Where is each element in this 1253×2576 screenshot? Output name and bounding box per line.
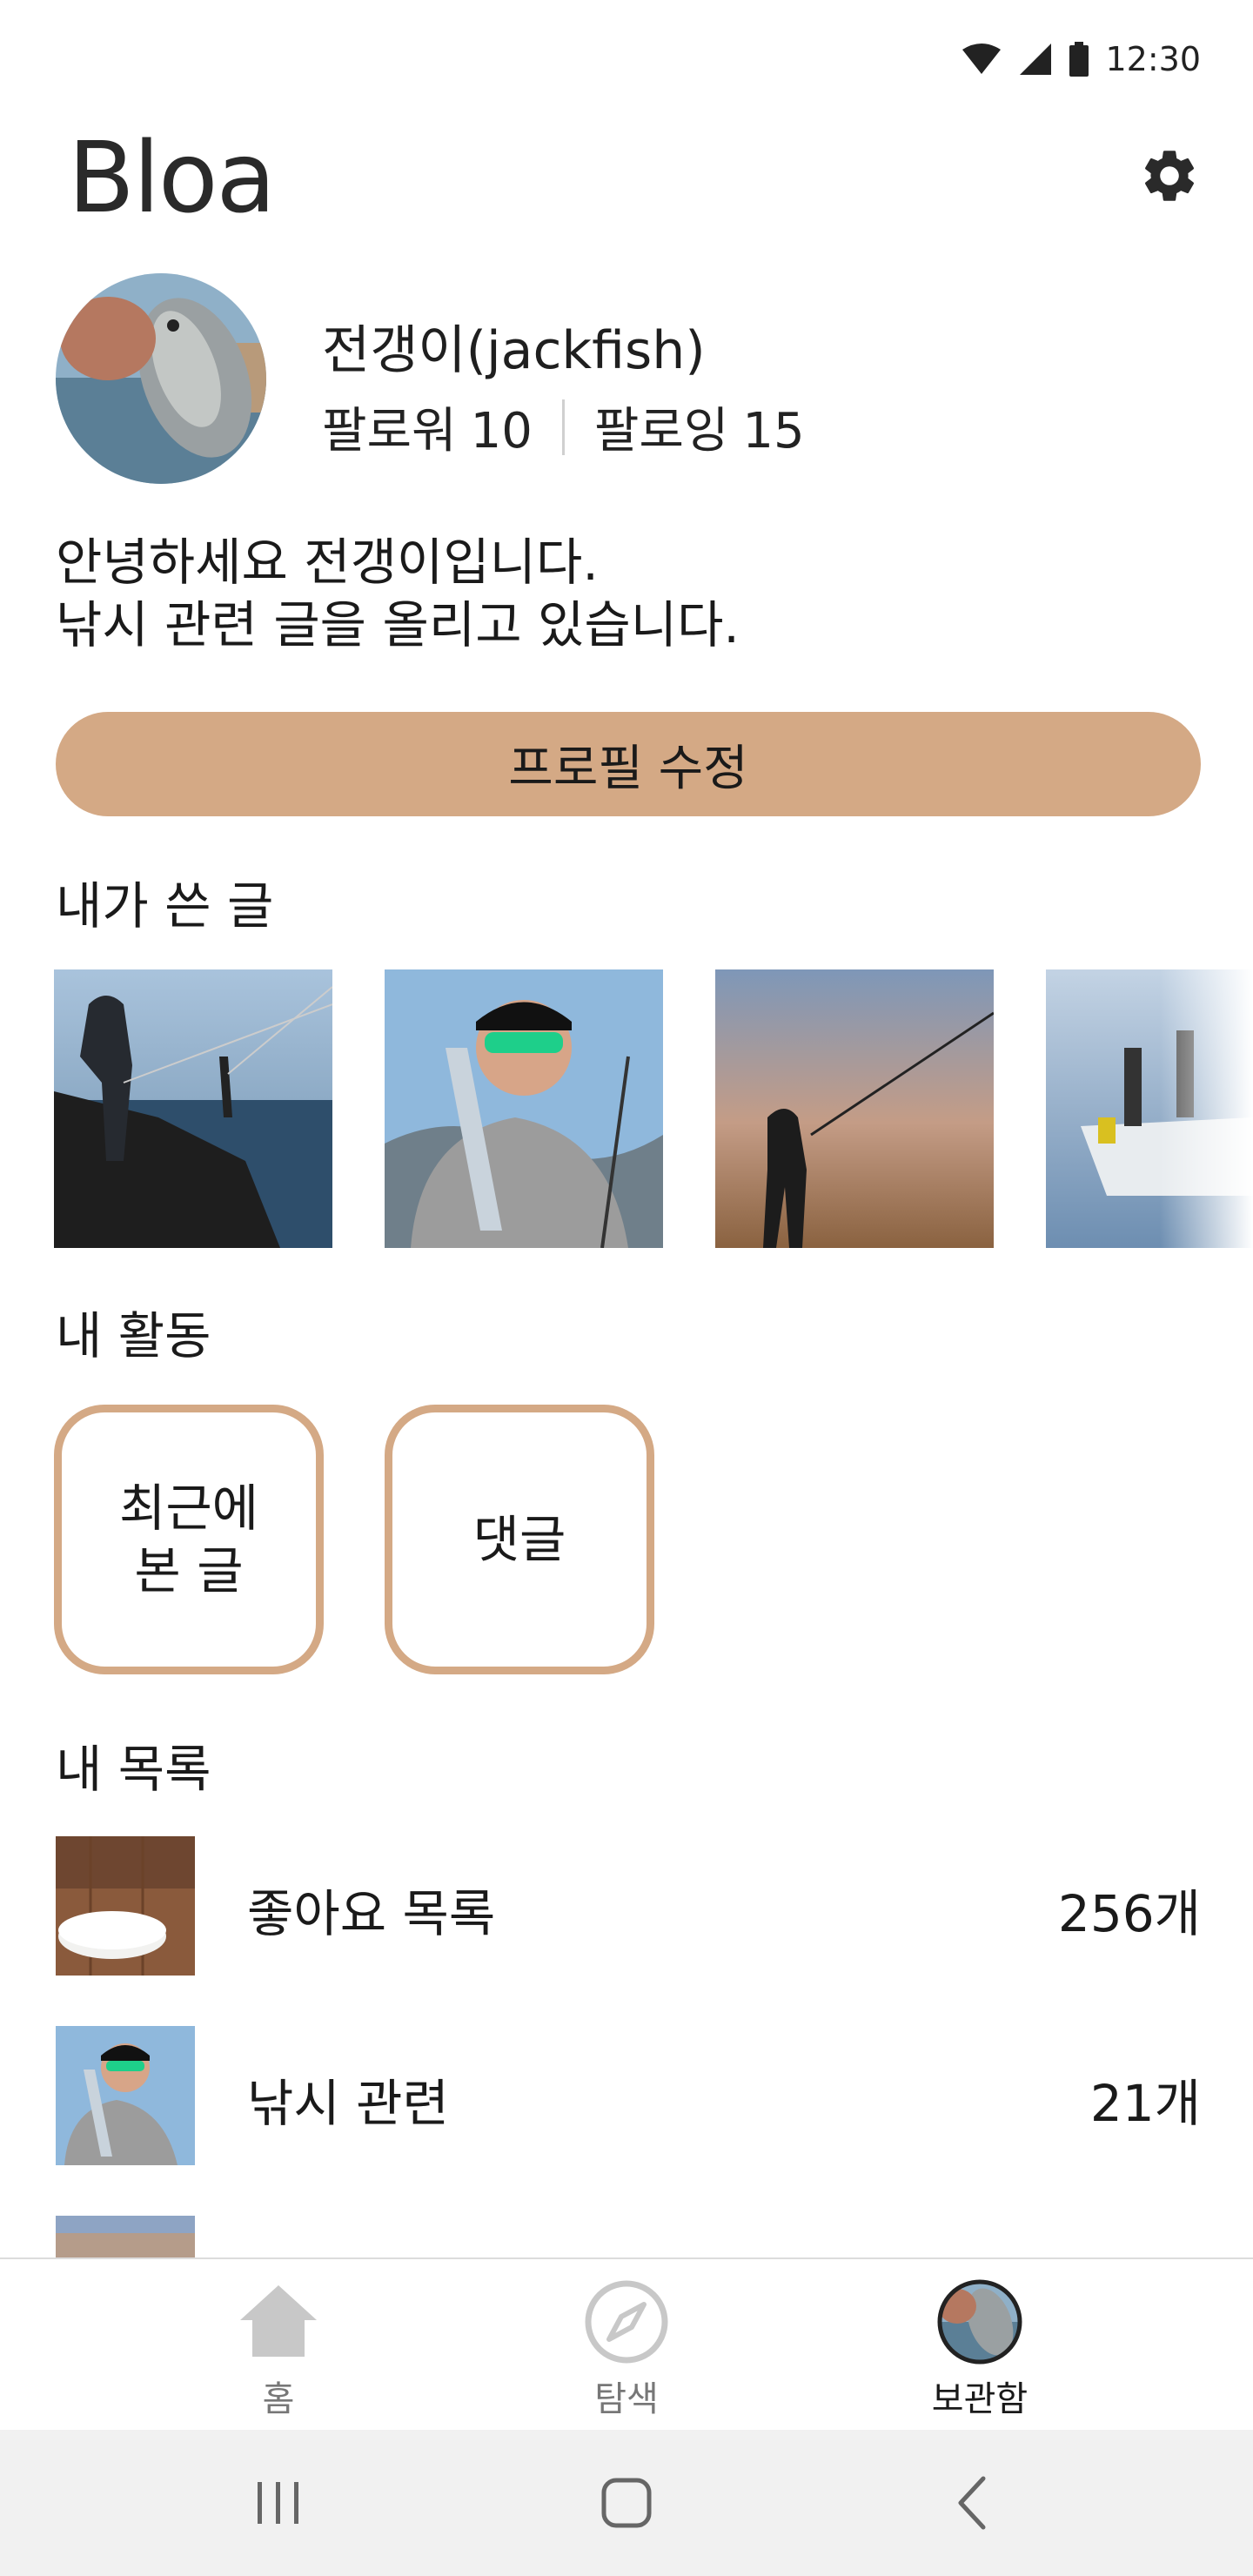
following-count: 15 (742, 403, 805, 460)
profile-photo (56, 273, 266, 484)
nav-library[interactable]: 보관함 (849, 2259, 1110, 2432)
fishing-thumbnail (56, 2026, 195, 2165)
post-thumbnail-3[interactable] (715, 969, 994, 1248)
battery-icon (1069, 42, 1089, 77)
nav-explore[interactable]: 탐색 (496, 2259, 757, 2432)
angler-with-fish-photo (385, 969, 663, 1248)
recently-viewed-button[interactable]: 최근에 본 글 (54, 1405, 324, 1674)
nav-home[interactable]: 홈 (148, 2259, 409, 2432)
following-link[interactable]: 팔로잉 15 (594, 392, 805, 462)
bottom-nav: 홈 탐색 보관함 (0, 2257, 1253, 2432)
comments-button[interactable]: 댓글 (385, 1405, 654, 1674)
status-bar: 12:30 (0, 0, 1253, 115)
profile-username: 전갱이(jackfish) (322, 320, 706, 381)
wifi-icon (962, 44, 1002, 74)
profile-avatar[interactable] (56, 273, 266, 484)
boat-fishing-photo (1046, 969, 1253, 1248)
settings-button[interactable] (1138, 144, 1201, 207)
nav-home-label: 홈 (262, 2379, 295, 2419)
lists-section-title: 내 목록 (56, 1740, 211, 1799)
followers-count: 10 (470, 403, 533, 460)
nav-library-label: 보관함 (931, 2379, 1029, 2419)
rock-angler-photo (54, 969, 332, 1248)
back-icon[interactable] (940, 2468, 1009, 2538)
home-button-icon[interactable] (592, 2468, 661, 2538)
follow-divider (561, 399, 565, 455)
sunset-thumbnail-photo (56, 2216, 195, 2257)
robot-vacuum-photo (56, 1836, 195, 1976)
likes-thumbnail (56, 1836, 195, 1976)
status-icons: 12:30 (961, 35, 1201, 84)
app-title: Bloa (68, 122, 276, 235)
system-nav-bar (0, 2430, 1253, 2576)
recents-icon[interactable] (244, 2468, 313, 2538)
bio-line-1: 안녕하세요 전갱이입니다. (56, 533, 599, 592)
nav-explore-label: 탐색 (594, 2379, 659, 2419)
home-icon (240, 2285, 317, 2357)
list-item-fishing[interactable]: 낚시 관련 21개 (56, 2026, 1201, 2165)
list-item-label: 좋아요 목록 (247, 1884, 496, 1943)
gear-icon (1144, 151, 1195, 201)
followers-label: 팔로워 (322, 403, 457, 460)
bio-line-2: 낚시 관련 글을 올리고 있습니다. (56, 595, 740, 654)
activity-section-title: 내 활동 (56, 1306, 211, 1365)
post-thumbnail-2[interactable] (385, 969, 663, 1248)
post-thumbnail-1[interactable] (54, 969, 332, 1248)
angler-thumbnail-photo (56, 2026, 195, 2165)
status-time: 12:30 (1105, 40, 1201, 78)
list-item-count: 256개 (1057, 1884, 1201, 1943)
posts-section-title: 내가 쓴 글 (56, 876, 274, 936)
followers-link[interactable]: 팔로워 10 (322, 392, 533, 462)
sunset-angler-photo (715, 969, 994, 1248)
signal-icon (1020, 44, 1052, 75)
follow-stats: 팔로워 10 팔로잉 15 (322, 392, 805, 462)
list-item-count: 21개 (1089, 2074, 1201, 2133)
list-item-partial[interactable] (56, 2216, 1201, 2257)
list-item-label: 낚시 관련 (247, 2074, 449, 2133)
list-item-likes[interactable]: 좋아요 목록 256개 (56, 1836, 1201, 1976)
profile-bio: 안녕하세요 전갱이입니다. 낚시 관련 글을 올리고 있습니다. (56, 531, 740, 656)
compass-icon (585, 2280, 668, 2364)
partial-thumbnail (56, 2216, 195, 2257)
avatar-icon (937, 2279, 1022, 2365)
post-thumbnail-4[interactable] (1046, 969, 1253, 1248)
edit-profile-button[interactable]: 프로필 수정 (56, 712, 1201, 816)
following-label: 팔로잉 (593, 403, 729, 460)
